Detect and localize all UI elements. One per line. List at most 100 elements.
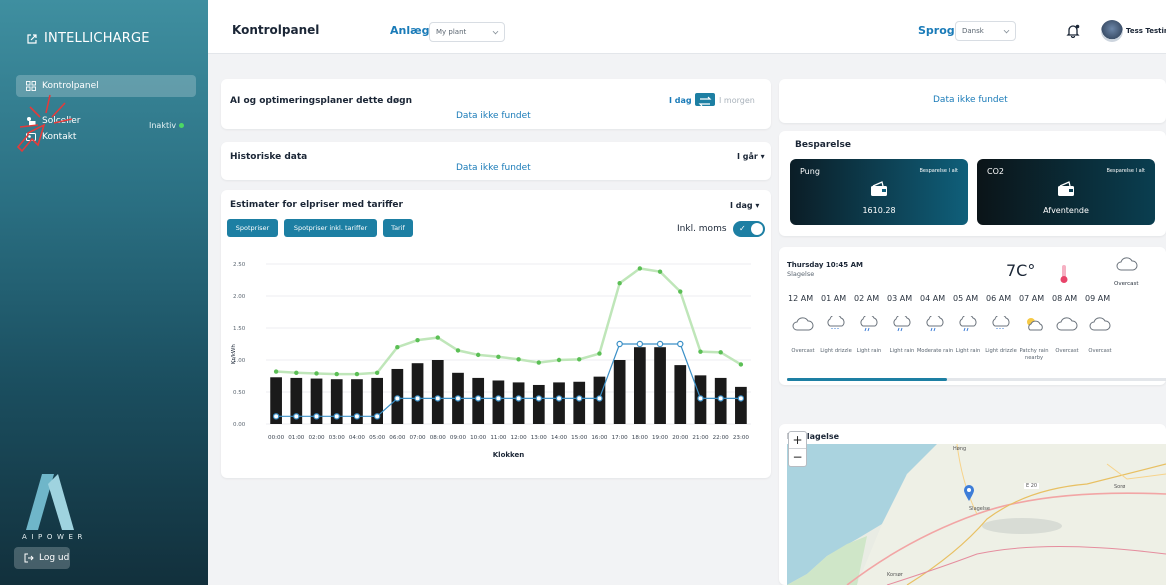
series-point xyxy=(333,413,340,420)
brand[interactable]: INTELLICHARGE xyxy=(26,31,150,46)
brand-name: INTELLICHARGE xyxy=(44,31,150,46)
series-point xyxy=(516,357,521,362)
sun-cloud-icon xyxy=(1027,318,1043,331)
drizzle-icon xyxy=(827,316,845,329)
series-point xyxy=(394,395,401,402)
series-point xyxy=(738,362,744,367)
cloud-icon xyxy=(1056,317,1078,331)
swap-icon xyxy=(698,96,712,107)
aipower-logo xyxy=(26,474,74,530)
series-point xyxy=(272,413,280,420)
series-point xyxy=(455,348,461,353)
weather-city: Slagelse xyxy=(787,270,815,278)
x-tick-label: 14:00 xyxy=(551,435,568,441)
x-tick-label: 17:00 xyxy=(612,435,629,441)
chevron-down-icon xyxy=(1003,27,1010,34)
forecast-hour: 07 AM xyxy=(1019,294,1045,303)
bar xyxy=(613,360,626,424)
user-name[interactable]: Tess Testing xyxy=(1126,27,1166,35)
logout-label: Log ud xyxy=(39,553,70,563)
series-point xyxy=(656,340,664,348)
thermometer-icon xyxy=(1060,265,1068,283)
series-point xyxy=(294,370,299,375)
map-marker-icon[interactable] xyxy=(963,484,975,502)
chevron-down-icon xyxy=(492,28,499,35)
forecast-scrollbar-thumb[interactable] xyxy=(787,378,947,381)
logout-button[interactable]: Log ud xyxy=(14,547,70,569)
x-tick-label: 02:00 xyxy=(308,435,325,441)
x-axis-label: Klokken xyxy=(493,451,525,459)
cloud-icon xyxy=(1116,257,1138,271)
zoom-out-button[interactable]: − xyxy=(789,449,806,466)
vat-label: Inkl. moms xyxy=(677,224,727,234)
series-point xyxy=(597,351,602,356)
series-point xyxy=(697,395,704,402)
tab-tomorrow[interactable]: I morgen xyxy=(719,96,755,105)
x-tick-label: 09:00 xyxy=(450,435,467,441)
savings-co2-value: Afventende xyxy=(1043,206,1089,215)
series-point xyxy=(737,395,745,402)
logo-text: AIPOWER xyxy=(22,533,87,541)
cloud-icon xyxy=(792,317,814,331)
series-point xyxy=(374,370,380,375)
series-point xyxy=(577,357,582,362)
series-point xyxy=(636,340,644,348)
series-point xyxy=(434,395,441,402)
bar xyxy=(674,365,687,424)
map-label-e20: E 20 xyxy=(1024,483,1040,489)
series-point xyxy=(273,369,279,374)
zoom-in-button[interactable]: + xyxy=(789,432,806,449)
series-point xyxy=(576,395,583,402)
history-title: Historiske data xyxy=(230,152,308,162)
map-label-korsor: Korsør xyxy=(887,572,903,578)
price-period-select[interactable]: I dag ▾ xyxy=(730,201,759,210)
series-point xyxy=(718,350,723,355)
weather-datetime: Thursday 10:45 AM xyxy=(787,261,863,269)
bar xyxy=(512,382,525,424)
series-point xyxy=(314,371,319,376)
spotpriser-tariffer-button[interactable]: Spotpriser inkl. tariffer xyxy=(284,219,377,237)
savings-co2-card: CO2 Besparelse I alt Afventende xyxy=(977,159,1155,225)
series-point xyxy=(334,371,339,377)
x-tick-label: 18:00 xyxy=(632,435,649,441)
y-tick-label: 1.50 xyxy=(233,326,246,332)
vat-toggle[interactable]: ✓ xyxy=(733,221,765,237)
forecast-hour: 09 AM xyxy=(1085,294,1111,303)
weather-condition: Overcast xyxy=(1114,281,1139,287)
x-tick-label: 10:00 xyxy=(470,435,487,441)
map-view[interactable]: Høng E 20 Sorø Slagelse Korsør xyxy=(787,444,1166,585)
x-tick-label: 01:00 xyxy=(288,435,305,441)
x-tick-label: 19:00 xyxy=(652,435,669,441)
language-label: Sprog xyxy=(918,24,955,37)
savings-co2-sub: Besparelse I alt xyxy=(1106,168,1145,174)
right-top-nodata: Data ikke fundet xyxy=(933,95,1008,105)
series-point xyxy=(677,340,684,348)
x-tick-label: 21:00 xyxy=(692,435,709,441)
tab-today[interactable]: I dag xyxy=(669,96,692,105)
history-period-select[interactable]: I går ▾ xyxy=(737,152,765,161)
bar xyxy=(431,360,444,424)
forecast-hour: 12 AM xyxy=(788,294,814,303)
avatar[interactable] xyxy=(1101,20,1123,42)
x-tick-label: 22:00 xyxy=(713,435,730,441)
series-line xyxy=(276,343,741,417)
series-point xyxy=(698,349,703,354)
x-tick-label: 11:00 xyxy=(490,435,507,441)
savings-co2-name: CO2 xyxy=(987,167,1004,176)
x-tick-label: 20:00 xyxy=(672,435,689,441)
y-tick-label: 2.50 xyxy=(233,262,246,268)
savings-wallet-card: Pung Besparelse I alt 1610.28 xyxy=(790,159,968,225)
series-point xyxy=(454,395,462,402)
topbar: Kontrolpanel Anlæg My plant Sprog Dansk … xyxy=(208,0,1166,54)
forecast-hour: 06 AM xyxy=(986,294,1012,303)
forecast-hour: 02 AM xyxy=(854,294,880,303)
y-tick-label: 0.00 xyxy=(233,422,246,428)
spotpriser-button[interactable]: Spotpriser xyxy=(227,219,278,237)
tarif-button[interactable]: Tarif xyxy=(383,219,413,237)
language-select[interactable]: Dansk xyxy=(955,21,1016,41)
swap-toggle[interactable] xyxy=(695,93,715,107)
wallet-icon xyxy=(1058,181,1074,196)
bar xyxy=(553,382,565,424)
bell-icon[interactable] xyxy=(1066,24,1080,38)
plant-select[interactable]: My plant xyxy=(429,22,505,42)
